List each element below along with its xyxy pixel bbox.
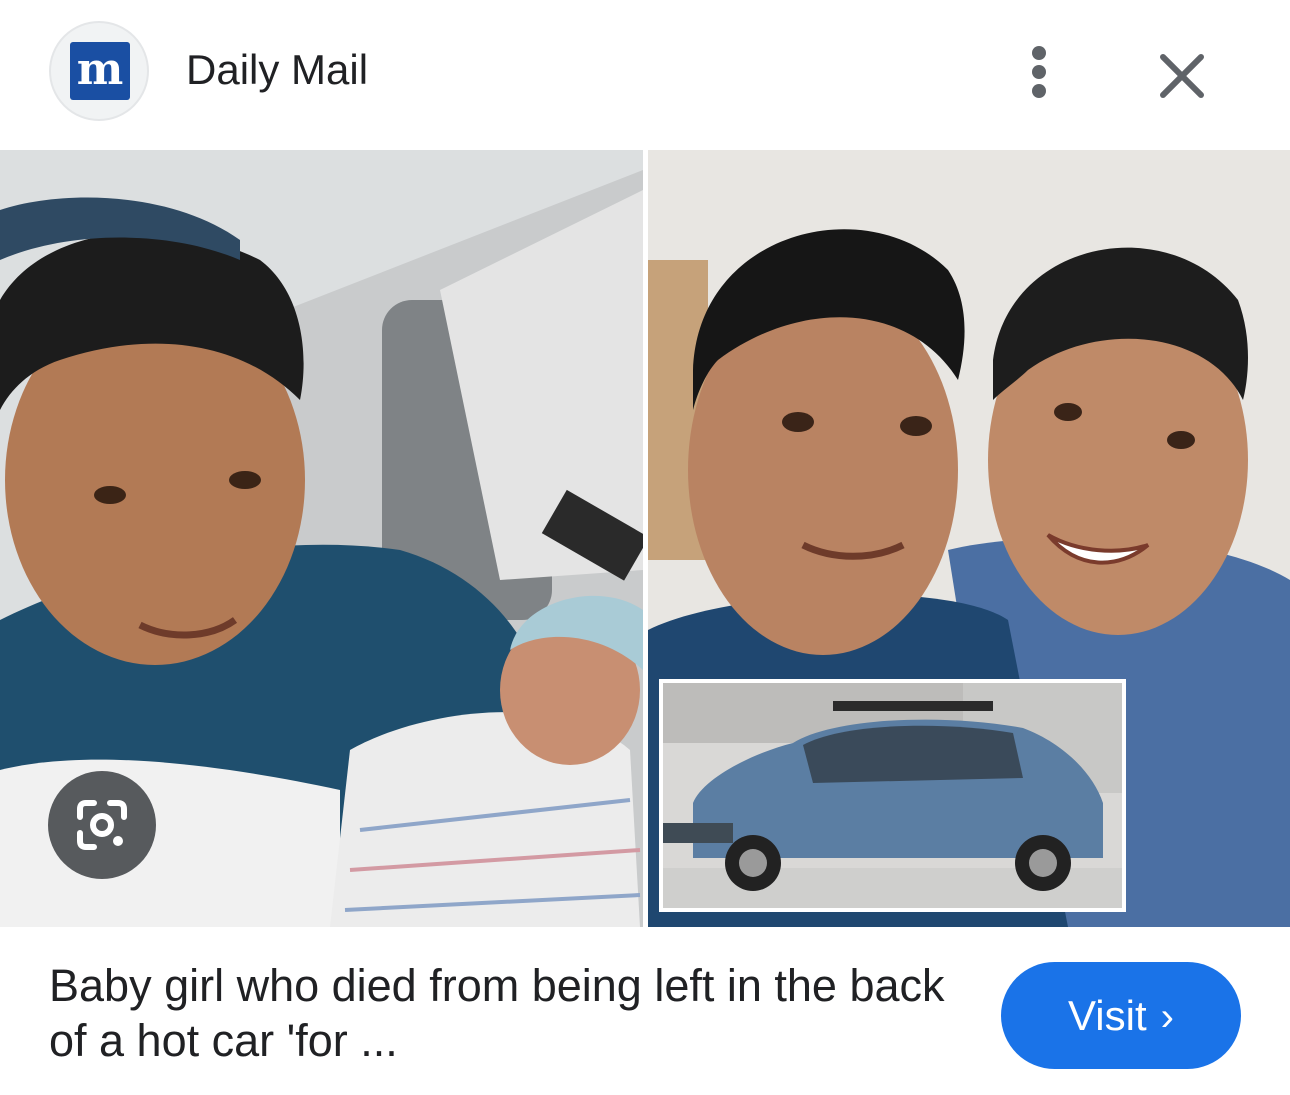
visual-search-button[interactable] bbox=[48, 771, 156, 879]
source-logo: m bbox=[49, 21, 149, 121]
inset-photo-suv bbox=[659, 679, 1126, 912]
daily-mail-logo-icon: m bbox=[70, 42, 130, 100]
chevron-right-icon: › bbox=[1160, 995, 1174, 1039]
result-image[interactable] bbox=[0, 150, 1290, 927]
more-options-button[interactable] bbox=[1012, 40, 1066, 104]
more-vert-icon bbox=[1032, 46, 1046, 60]
close-button[interactable] bbox=[1150, 44, 1214, 108]
more-vert-icon-dot bbox=[1032, 65, 1046, 79]
google-lens-icon bbox=[77, 800, 127, 850]
visit-label: Visit bbox=[1068, 992, 1147, 1039]
result-title[interactable]: Baby girl who died from being left in th… bbox=[49, 958, 969, 1068]
source-name: Daily Mail bbox=[186, 46, 369, 93]
more-vert-icon-dot bbox=[1032, 84, 1046, 98]
close-icon bbox=[1160, 54, 1204, 98]
visit-button[interactable]: Visit › bbox=[1001, 962, 1241, 1069]
lens-result-header: m Daily Mail bbox=[0, 0, 1290, 150]
